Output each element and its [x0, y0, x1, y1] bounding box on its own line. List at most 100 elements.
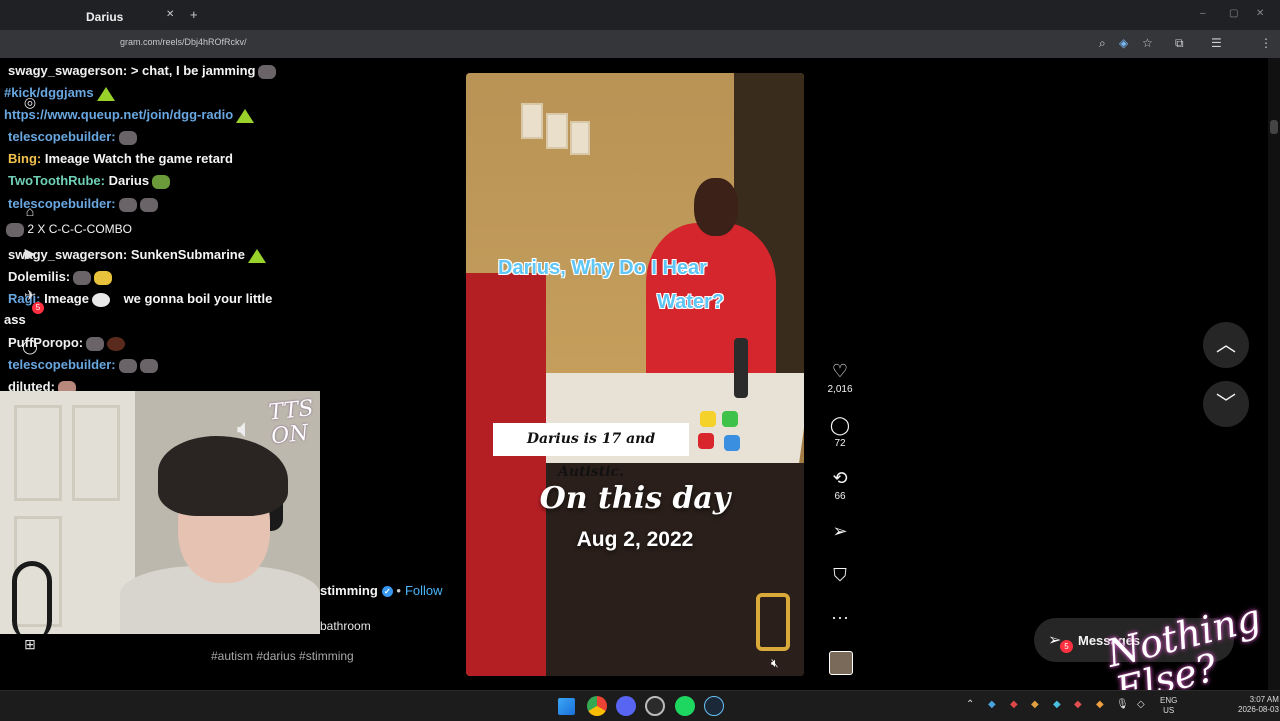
puzzle-piece-icon [724, 435, 740, 451]
post-caption: bathroom [320, 619, 371, 633]
chevron-down-icon: ﹀ [1216, 393, 1236, 415]
overlay-text-line1: Darius, Why Do I Hear [498, 257, 707, 279]
emote-icon [73, 270, 92, 285]
emote-icon [118, 130, 137, 145]
chat-line: swagy_swagerson: SunkenSubmarine [8, 247, 266, 263]
combo-line: 2 X C-C-C-COMBO [6, 222, 132, 237]
mute-icon[interactable]: 🔇︎ [771, 656, 779, 671]
emote-icon [86, 336, 105, 351]
emote-icon [107, 336, 126, 351]
verified-icon: ✓ [381, 586, 393, 598]
emote-icon [118, 197, 137, 212]
emote-icon [152, 174, 171, 189]
chevron-up-icon: ︿ [1216, 334, 1236, 356]
emote-icon [139, 197, 158, 212]
tab-title[interactable]: Darius [86, 10, 123, 24]
autistic-label: Darius is 17 and Autistic. [493, 423, 689, 480]
messages-button[interactable]: ➢ 5 Messages [1034, 618, 1234, 662]
start-icon[interactable] [558, 698, 575, 715]
emote-icon [236, 108, 255, 123]
language-indicator[interactable]: ENG US [1160, 696, 1177, 716]
maximize-icon[interactable]: ▢ [1229, 8, 1238, 19]
steam-icon[interactable] [704, 696, 724, 716]
extensions-icon[interactable]: ⧉ [1175, 36, 1184, 51]
tray-app-icon[interactable]: ◆ [1053, 699, 1061, 710]
chat-line: Dolemilis: [8, 269, 113, 285]
on-this-day-date: Aug 2, 2022 [576, 528, 694, 551]
audio-avatar[interactable] [829, 651, 853, 675]
reel-video[interactable]: Darius, Why Do I Hear Water? Darius is 1… [466, 73, 804, 676]
new-tab-button[interactable]: + [190, 7, 198, 22]
tray-app-icon[interactable]: ◆ [1031, 699, 1039, 710]
puzzle-piece-icon [698, 433, 714, 449]
emote-icon [258, 64, 277, 79]
spotify-icon[interactable] [675, 696, 695, 716]
tray-app-icon[interactable]: ◇ [1137, 699, 1145, 710]
post-author: stimming ✓ • Follow [320, 583, 443, 598]
more-menu-icon[interactable]: ⊞ [20, 636, 40, 656]
comment-count: 72 [834, 438, 846, 449]
repost-button[interactable]: ⟲ 66 [825, 468, 855, 502]
chrome-icon[interactable] [587, 696, 607, 716]
bookmark-icon: ⛉ [833, 565, 847, 585]
post-hashtags[interactable]: #autism #darius #stimming [211, 649, 354, 663]
save-button[interactable]: ⛉ [825, 565, 855, 585]
obs-icon[interactable] [645, 696, 665, 716]
wall-frame [521, 103, 543, 139]
reels-icon[interactable]: ▶ [20, 245, 40, 265]
previous-reel-button[interactable]: ︿ [1203, 322, 1249, 368]
chat-link[interactable]: https://www.queup.net/join/dgg-radio [4, 107, 255, 123]
system-clock[interactable]: 3:07 AM 2026-08-03 [1238, 695, 1279, 715]
chat-line: telescopebuilder: [8, 357, 158, 373]
close-window-icon[interactable]: ✕ [1256, 8, 1264, 19]
tts-indicator: TTS ON [267, 396, 315, 450]
tab-close-icon[interactable]: ✕ [166, 9, 174, 20]
separator: • [396, 583, 401, 598]
discord-icon[interactable] [616, 696, 636, 716]
share-button[interactable]: ➢ [825, 521, 855, 541]
mic-arm [12, 561, 52, 634]
wall-frame [546, 113, 568, 149]
microphone-icon[interactable]: 🎙︎ [1116, 699, 1129, 710]
speaker-icon: 🔈︎ [237, 413, 253, 443]
tray-app-icon[interactable]: ◆ [1074, 699, 1082, 710]
follow-button[interactable]: Follow [405, 583, 443, 598]
page-scrollbar[interactable] [1268, 58, 1280, 690]
next-reel-button[interactable]: ﹀ [1203, 381, 1249, 427]
repost-count: 66 [834, 491, 846, 502]
emote-icon [91, 292, 110, 307]
puzzle-piece-icon [700, 411, 716, 427]
minimize-icon[interactable]: – [1200, 8, 1206, 19]
sidebar-icon[interactable]: ☰ [1211, 36, 1222, 50]
more-options-button[interactable]: ··· [825, 607, 855, 627]
comment-button[interactable]: ◯ 72 [825, 415, 855, 449]
translate-icon[interactable]: ◈ [1119, 36, 1128, 50]
home-icon[interactable]: ⌂ [20, 203, 40, 223]
chat-line: ass [4, 312, 26, 327]
star-icon[interactable]: ☆ [1142, 36, 1153, 50]
messages-label: Messages [1078, 633, 1141, 648]
emote-icon [94, 270, 113, 285]
zoom-icon[interactable]: ⌕ [1099, 36, 1106, 51]
instagram-logo-icon[interactable]: ◎ [20, 94, 40, 114]
emote-icon [139, 358, 158, 373]
faucet [734, 338, 748, 398]
heart-icon: ♡ [831, 361, 849, 381]
author-name[interactable]: stimming [320, 583, 378, 598]
browser-toolbar: gram.com/reels/Dbj4hROfRckv/ ⌕ ◈ ☆ ⧉ ☰ ⋮ [0, 30, 1280, 58]
tray-app-icon[interactable]: ◆ [1096, 699, 1104, 710]
tray-app-icon[interactable]: ◆ [988, 699, 996, 710]
profile-icon[interactable]: ◯ [20, 338, 40, 358]
instagram-page: swagy_swagerson: > chat, I be jamming #k… [0, 58, 1280, 713]
tray-app-icon[interactable]: ◆ [1010, 699, 1018, 710]
more-icon: ··· [831, 607, 849, 627]
on-this-day-title: On this day [539, 481, 731, 516]
chat-line: telescopebuilder: [8, 129, 137, 145]
emote-icon [96, 86, 115, 101]
tray-overflow-icon[interactable]: ⌃ [966, 699, 974, 710]
comment-icon: ◯ [829, 415, 851, 435]
like-button[interactable]: ♡ 2,016 [825, 361, 855, 395]
address-bar[interactable]: gram.com/reels/Dbj4hROfRckv/ [120, 37, 247, 47]
menu-icon[interactable]: ⋮ [1260, 36, 1272, 50]
emote-icon [247, 248, 266, 263]
